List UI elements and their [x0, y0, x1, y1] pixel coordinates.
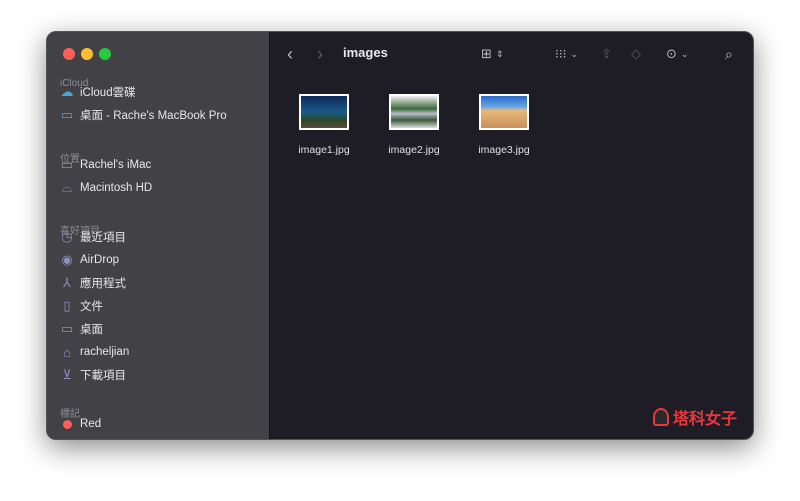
folder-icon: ▭ [60, 107, 74, 122]
zoom-button[interactable] [99, 48, 111, 60]
sidebar-item[interactable]: ⅄ 應用程式 [60, 273, 126, 293]
red-tag-icon [60, 417, 74, 431]
finder-window: iCloud ☁ iCloud雲碟 ▭ 桌面 - Rache's MacBook Pro… [46, 31, 754, 440]
tag-button[interactable]: ◇ [631, 44, 641, 64]
sidebar-item[interactable]: ⌂ racheljian [60, 342, 129, 362]
forward-button[interactable]: › [317, 44, 323, 64]
sidebar: iCloud ☁ iCloud雲碟 ▭ 桌面 - Rache's MacBook Pro… [47, 32, 270, 439]
sidebar-item[interactable]: ▭ Rachel's iMac [60, 155, 151, 175]
display-icon: ▭ [60, 157, 74, 172]
watermark-logo: 塔科女子 [652, 405, 737, 429]
sidebar-item[interactable]: ◷ 最近項目 [60, 227, 126, 247]
sidebar-item[interactable]: ⊻ 下載項目 [60, 365, 126, 385]
back-button[interactable]: ‹ [287, 44, 293, 64]
sidebar-item-label: 桌面 - Rache's MacBook Pro [80, 110, 227, 122]
file-name: image2.jpg [388, 144, 440, 156]
apps-icon: ⅄ [63, 275, 71, 290]
watermark-text: 塔科女子 [672, 411, 737, 428]
sidebar-item-label: 最近項目 [80, 232, 126, 244]
folder-title: images [343, 45, 388, 60]
close-button[interactable] [63, 48, 75, 60]
cloud-icon: ☁ [60, 84, 74, 99]
file-item[interactable]: image3.jpg [469, 94, 539, 156]
sidebar-item-label: 文件 [80, 301, 103, 313]
desktop-icon: ▭ [60, 321, 74, 336]
tag-icon: ◇ [631, 46, 641, 61]
grid-icon: ⊞ [481, 46, 492, 61]
disk-icon: ⌓ [61, 180, 73, 195]
sidebar-item-label: Macintosh HD [80, 182, 153, 194]
search-icon: ⌕ [725, 45, 733, 62]
sidebar-item-label: 應用程式 [80, 278, 126, 290]
sidebar-item[interactable]: ▯ 文件 [60, 296, 103, 316]
chevron-down-icon: ⌄ [570, 48, 578, 59]
sidebar-item[interactable]: Red [60, 414, 101, 434]
search-button[interactable]: ⌕ [725, 44, 733, 64]
sidebar-item-label: 下載項目 [80, 370, 126, 382]
image-thumbnail [479, 94, 529, 130]
share-button[interactable]: ⇪ [601, 44, 612, 64]
sidebar-item-label: 桌面 [80, 324, 103, 336]
group-button[interactable]: ⁝⁝⁝ ⌄ [555, 44, 578, 64]
file-name: image1.jpg [298, 144, 350, 156]
download-icon: ⊻ [62, 367, 72, 382]
file-item[interactable]: image2.jpg [379, 94, 449, 156]
home-icon: ⌂ [63, 344, 71, 360]
image-thumbnail [299, 94, 349, 130]
window-controls [63, 48, 111, 60]
file-item[interactable]: image1.jpg [289, 94, 359, 156]
sidebar-item-label: Rachel's iMac [80, 159, 152, 171]
share-icon: ⇪ [601, 46, 612, 61]
ellipsis-circle-icon: ⊙ [666, 46, 677, 61]
minimize-button[interactable] [81, 48, 93, 60]
document-icon: ▯ [63, 298, 71, 313]
sidebar-item[interactable]: ⌓ Macintosh HD [60, 178, 152, 198]
chevron-down-icon: ⌄ [680, 48, 689, 59]
file-name: image3.jpg [478, 144, 530, 156]
sidebar-item[interactable]: ◉ AirDrop [60, 250, 119, 270]
sidebar-item-label: iCloud雲碟 [80, 87, 136, 99]
more-button[interactable]: ⊙ ⌄ [666, 44, 688, 64]
sidebar-item[interactable]: ☁ iCloud雲碟 [60, 82, 136, 102]
main-pane: ‹ › images ⊞ ⇕ ⁝⁝⁝ ⌄ ⇪ ◇ ⊙ ⌄ ⌕ image1.jpg im… [271, 32, 753, 439]
view-mode-button[interactable]: ⊞ ⇕ [481, 44, 503, 64]
group-icon: ⁝⁝⁝ [555, 47, 567, 61]
airdrop-icon: ◉ [61, 252, 73, 267]
sidebar-item-label: AirDrop [80, 254, 119, 266]
sidebar-item-label: Red [80, 418, 102, 430]
clock-icon: ◷ [61, 229, 73, 244]
sidebar-item[interactable]: ▭ 桌面 - Rache's MacBook Pro [60, 105, 227, 125]
chevron-updown-icon: ⇕ [495, 48, 504, 59]
sidebar-item-label: racheljian [80, 346, 130, 358]
image-thumbnail [389, 94, 439, 130]
avatar-icon [652, 408, 669, 426]
sidebar-item[interactable]: ▭ 桌面 [60, 319, 103, 339]
